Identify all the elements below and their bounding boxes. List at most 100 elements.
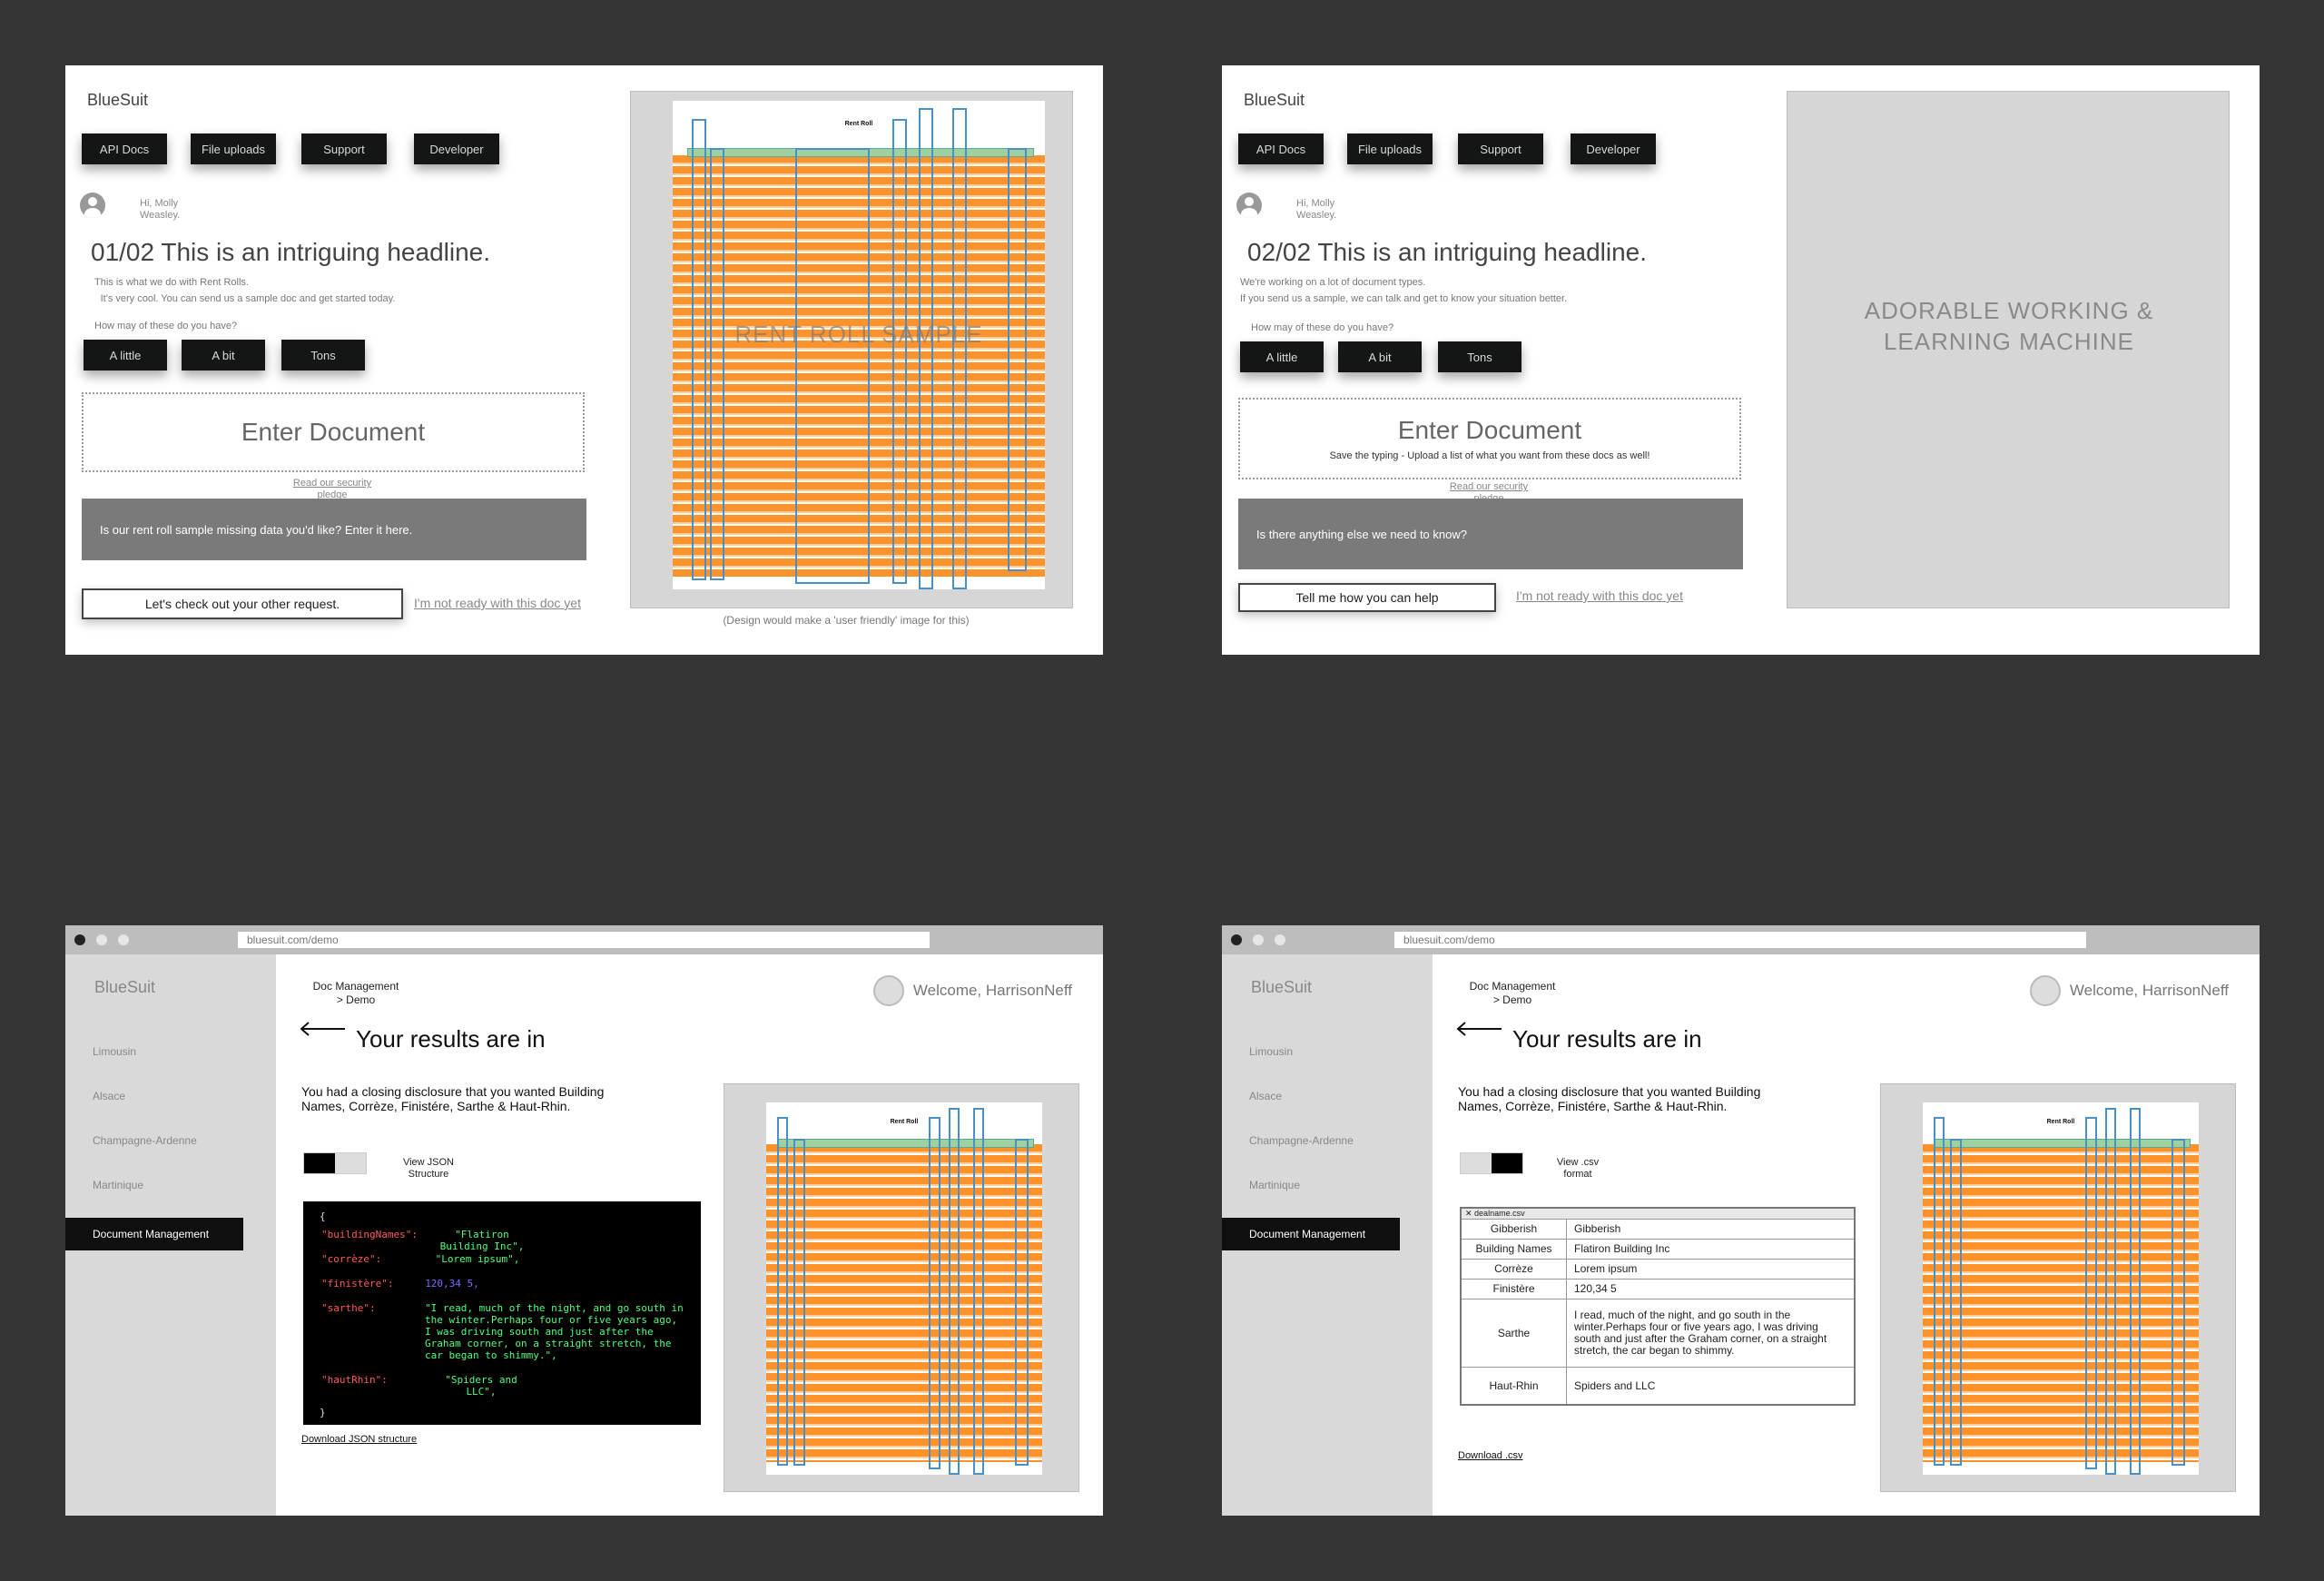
rent-roll-document-image: Rent Roll	[1923, 1102, 2199, 1475]
sidebar-item-martinique[interactable]: Martinique	[1249, 1179, 1300, 1191]
anything-else-input[interactable]: Is there anything else we need to know?	[1238, 499, 1743, 569]
json-key: "finistère":	[321, 1278, 394, 1290]
page-headline: 01/02 This is an intriguing headline.	[91, 238, 491, 266]
window-close-icon[interactable]	[1231, 934, 1242, 945]
sidebar-item-martinique[interactable]: Martinique	[93, 1179, 143, 1191]
nav-file-uploads[interactable]: File uploads	[191, 133, 276, 164]
result-image-panel: Rent Roll	[1880, 1083, 2236, 1492]
user-greeting: Hi, Molly Weasley.	[140, 198, 181, 221]
choice-tons[interactable]: Tons	[281, 340, 365, 371]
screen-2-frame: BlueSuit API Docs File uploads Support D…	[1222, 65, 2260, 655]
question-text: How may of these do you have?	[94, 321, 238, 331]
avatar-icon[interactable]	[80, 193, 105, 218]
intro-line-1: We're working on a lot of document types…	[1240, 277, 1426, 288]
choice-tons[interactable]: Tons	[1438, 341, 1521, 372]
json-key: "corrèze":	[321, 1253, 382, 1265]
column-box	[2085, 1117, 2097, 1469]
sidebar-item-alsace[interactable]: Alsace	[93, 1090, 125, 1102]
table-row: Gibberish Gibberish	[1462, 1220, 1854, 1240]
enter-document-label: Enter Document	[1397, 415, 1582, 444]
tell-me-button[interactable]: Tell me how you can help	[1238, 583, 1496, 612]
nav-support[interactable]: Support	[1458, 133, 1543, 164]
check-other-request-button[interactable]: Let's check out your other request.	[82, 588, 403, 619]
column-box	[1008, 148, 1027, 571]
browser-chrome: bluesuit.com/demo	[65, 925, 1103, 954]
user-avatar-icon	[2029, 975, 2061, 1006]
doc-title: Rent Roll	[2046, 1119, 2075, 1125]
json-code-block: { "buildingNames": "Flatiron Building In…	[303, 1201, 701, 1425]
breadcrumb[interactable]: Doc Management > Demo	[310, 980, 401, 1007]
upload-hint: Save the typing - Upload a list of what …	[1329, 450, 1650, 461]
sidebar-item-alsace[interactable]: Alsace	[1249, 1090, 1282, 1102]
sidebar-brand: BlueSuit	[94, 978, 156, 996]
column-box	[1934, 1117, 1945, 1466]
user-avatar-icon	[872, 975, 904, 1006]
window-minimize-icon[interactable]	[96, 934, 107, 945]
json-toggle[interactable]	[303, 1152, 367, 1174]
intro-line-2: It's very cool. You can send us a sample…	[100, 293, 396, 304]
avatar-icon[interactable]	[1236, 193, 1262, 218]
nav-developer[interactable]: Developer	[414, 133, 499, 164]
page-headline: 02/02 This is an intriguing headline.	[1247, 238, 1648, 266]
brand-logo: BlueSuit	[87, 91, 149, 109]
toggle-on-segment	[304, 1153, 335, 1173]
sidebar-item-document-management[interactable]: Document Management	[65, 1218, 243, 1250]
back-arrow-icon[interactable]	[1454, 1020, 1503, 1038]
choice-a-little[interactable]: A little	[84, 340, 167, 371]
choice-a-bit[interactable]: A bit	[1338, 341, 1422, 372]
json-value: "Spiders and LLC",	[445, 1374, 517, 1398]
not-ready-link[interactable]: I'm not ready with this doc yet	[414, 596, 581, 610]
window-maximize-icon[interactable]	[118, 934, 129, 945]
url-bar[interactable]: bluesuit.com/demo	[1394, 932, 2086, 948]
not-ready-link[interactable]: I'm not ready with this doc yet	[1516, 588, 1683, 603]
table-row: Building Names Flatiron Building Inc	[1462, 1240, 1854, 1260]
nav-api-docs[interactable]: API Docs	[82, 133, 167, 164]
column-box	[710, 148, 725, 580]
breadcrumb[interactable]: Doc Management > Demo	[1467, 980, 1558, 1007]
nav-support[interactable]: Support	[301, 133, 387, 164]
sidebar-item-champagne-ardenne[interactable]: Champagne-Ardenne	[1249, 1134, 1354, 1147]
window-minimize-icon[interactable]	[1253, 934, 1264, 945]
url-bar[interactable]: bluesuit.com/demo	[238, 932, 930, 948]
results-description: You had a closing disclosure that you wa…	[301, 1084, 605, 1113]
missing-data-input[interactable]: Is our rent roll sample missing data you…	[82, 499, 586, 560]
window-close-icon[interactable]	[74, 934, 85, 945]
doc-overlay-label: RENT ROLL SAMPLE	[734, 321, 983, 349]
enter-document-dropzone[interactable]: Enter Document Save the typing - Upload …	[1238, 398, 1741, 479]
sidebar-item-document-management[interactable]: Document Management	[1222, 1218, 1400, 1250]
nav-file-uploads[interactable]: File uploads	[1347, 133, 1433, 164]
json-key: "hautRhin":	[321, 1374, 388, 1386]
json-value: 120,34 5,	[425, 1278, 479, 1290]
welcome-user[interactable]: Welcome, HarrisonNeff	[872, 975, 1072, 1006]
download-csv-link[interactable]: Download .csv	[1458, 1450, 1523, 1461]
sidebar-item-limousin[interactable]: Limousin	[93, 1045, 136, 1058]
back-arrow-icon[interactable]	[298, 1020, 347, 1038]
column-box	[777, 1117, 789, 1466]
intro-line-1: This is what we do with Rent Rolls.	[94, 277, 249, 288]
sample-image-panel: Rent Roll RENT ROLL SAMPLE	[630, 91, 1073, 608]
brand-logo: BlueSuit	[1244, 91, 1305, 109]
json-value: "Lorem ipsum",	[435, 1253, 520, 1265]
screen-4-frame: bluesuit.com/demo BlueSuit Limousin Alsa…	[1222, 925, 2260, 1516]
sidebar-item-champagne-ardenne[interactable]: Champagne-Ardenne	[93, 1134, 197, 1147]
toggle-label: View JSON Structure	[402, 1157, 455, 1180]
result-image-panel: Rent Roll	[724, 1083, 1079, 1492]
choice-a-little[interactable]: A little	[1240, 341, 1324, 372]
welcome-user[interactable]: Welcome, HarrisonNeff	[2029, 975, 2229, 1006]
window-maximize-icon[interactable]	[1275, 934, 1285, 945]
enter-document-label: Enter Document	[241, 418, 426, 446]
table-row: Corrèze Lorem ipsum	[1462, 1260, 1854, 1280]
csv-toggle[interactable]	[1460, 1152, 1523, 1174]
column-box	[973, 1108, 985, 1475]
sidebar: BlueSuit Limousin Alsace Champagne-Arden…	[1222, 954, 1433, 1516]
welcome-text: Welcome, HarrisonNeff	[2069, 982, 2229, 999]
screen-1-frame: BlueSuit API Docs File uploads Support D…	[65, 65, 1103, 655]
highlighted-rows	[766, 1144, 1042, 1462]
json-key: "buildingNames":	[321, 1229, 418, 1240]
nav-api-docs[interactable]: API Docs	[1238, 133, 1324, 164]
nav-developer[interactable]: Developer	[1571, 133, 1656, 164]
sidebar-item-limousin[interactable]: Limousin	[1249, 1045, 1293, 1058]
choice-a-bit[interactable]: A bit	[182, 340, 265, 371]
download-json-link[interactable]: Download JSON structure	[301, 1434, 417, 1445]
enter-document-dropzone[interactable]: Enter Document	[82, 392, 585, 472]
